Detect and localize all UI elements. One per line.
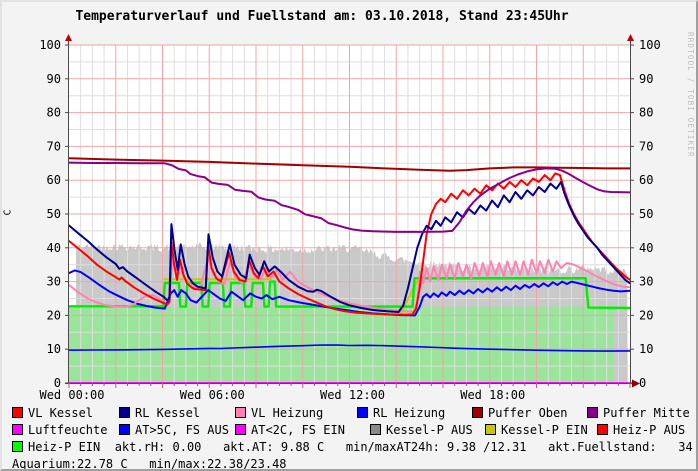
legend-item: Kessel-P EIN: [485, 422, 588, 439]
x-tick-label: Wed 06:00: [180, 388, 245, 402]
y-tick-label: 80: [639, 106, 653, 120]
temperature-chart-svg: 0010102020303040405050606070708080909010…: [2, 2, 698, 402]
y-tick-label: 30: [639, 275, 653, 289]
y-tick-label: 20: [47, 308, 61, 322]
y-tick-label: 100: [39, 38, 61, 52]
legend-item: Heiz-P AUS: [597, 422, 685, 439]
y-tick-label: 0: [639, 376, 646, 390]
y-tick-label: 60: [639, 173, 653, 187]
legend: VL Kessel RL Kessel VL Heizung RL Heizung Pu…: [12, 405, 692, 471]
legend-swatch-icon: [597, 424, 608, 435]
legend-row-3: Heiz-P EIN akt.rH: 0.00 akt.AT: 9.88 C m…: [12, 439, 692, 456]
y-tick-label: 90: [639, 72, 653, 86]
legend-row-aquarium: Aquarium:22.78 C min/max:22.38/23.48: [12, 456, 692, 471]
legend-swatch-icon: [12, 441, 23, 452]
y-tick-label: 20: [639, 308, 653, 322]
legend-swatch-icon: [472, 407, 483, 418]
legend-swatch-icon: [235, 407, 246, 418]
rrdtool-graph-window: Temperaturverlauf und Fuellstand am: 03.…: [0, 0, 698, 471]
legend-swatch-icon: [587, 407, 598, 418]
legend-item: VL Heizung: [235, 405, 323, 422]
y-tick-label: 70: [639, 139, 653, 153]
y-tick-label: 100: [639, 38, 661, 52]
legend-stats-text: akt.rH: 0.00 akt.AT: 9.88 C min/maxAT24h…: [100, 440, 692, 454]
y-tick-label: 90: [47, 72, 61, 86]
x-tick-label: Wed 12:00: [320, 388, 385, 402]
y-tick-label: 70: [47, 139, 61, 153]
legend-item: Puffer Oben: [472, 405, 567, 422]
y-tick-label: 40: [639, 241, 653, 255]
legend-item: AT>5C, FS AUS: [119, 422, 229, 439]
legend-item: Puffer Mitte: [587, 405, 690, 422]
legend-item: VL Kessel: [12, 405, 93, 422]
legend-swatch-icon: [119, 407, 130, 418]
y-axis-arrow-left: [65, 34, 72, 41]
y-tick-label: 80: [47, 106, 61, 120]
legend-item: Luftfeuchte: [12, 422, 107, 439]
legend-item: RL Heizung: [357, 405, 445, 422]
legend-item: RL Kessel: [119, 405, 200, 422]
legend-item: Kessel-P AUS: [370, 422, 473, 439]
legend-item: Heiz-P EIN akt.rH: 0.00 akt.AT: 9.88 C m…: [12, 439, 693, 456]
legend-swatch-icon: [12, 407, 23, 418]
legend-row-2: Luftfeuchte AT>5C, FS AUS AT<2C, FS EIN Kes…: [12, 422, 692, 439]
aquarium-stats-text: Aquarium:22.78 C min/max:22.38/23.48: [12, 457, 287, 471]
grid: [69, 45, 630, 383]
legend-swatch-icon: [370, 424, 381, 435]
y-tick-label: 60: [47, 173, 61, 187]
y-tick-label: 40: [47, 241, 61, 255]
y-tick-label: 10: [639, 342, 653, 356]
y-tick-label: 30: [47, 275, 61, 289]
legend-swatch-icon: [357, 407, 368, 418]
legend-swatch-icon: [485, 424, 496, 435]
legend-swatch-icon: [119, 424, 130, 435]
x-tick-label: Wed 00:00: [39, 388, 104, 402]
legend-row-1: VL Kessel RL Kessel VL Heizung RL Heizung Pu…: [12, 405, 692, 422]
y-tick-label: 10: [47, 342, 61, 356]
y-tick-label: 50: [47, 207, 61, 221]
legend-swatch-icon: [12, 424, 23, 435]
x-tick-label: Wed 18:00: [460, 388, 525, 402]
y-tick-label: 50: [639, 207, 653, 221]
legend-swatch-icon: [235, 424, 246, 435]
legend-item: AT<2C, FS EIN: [235, 422, 345, 439]
y-axis-arrow-right: [627, 34, 634, 41]
